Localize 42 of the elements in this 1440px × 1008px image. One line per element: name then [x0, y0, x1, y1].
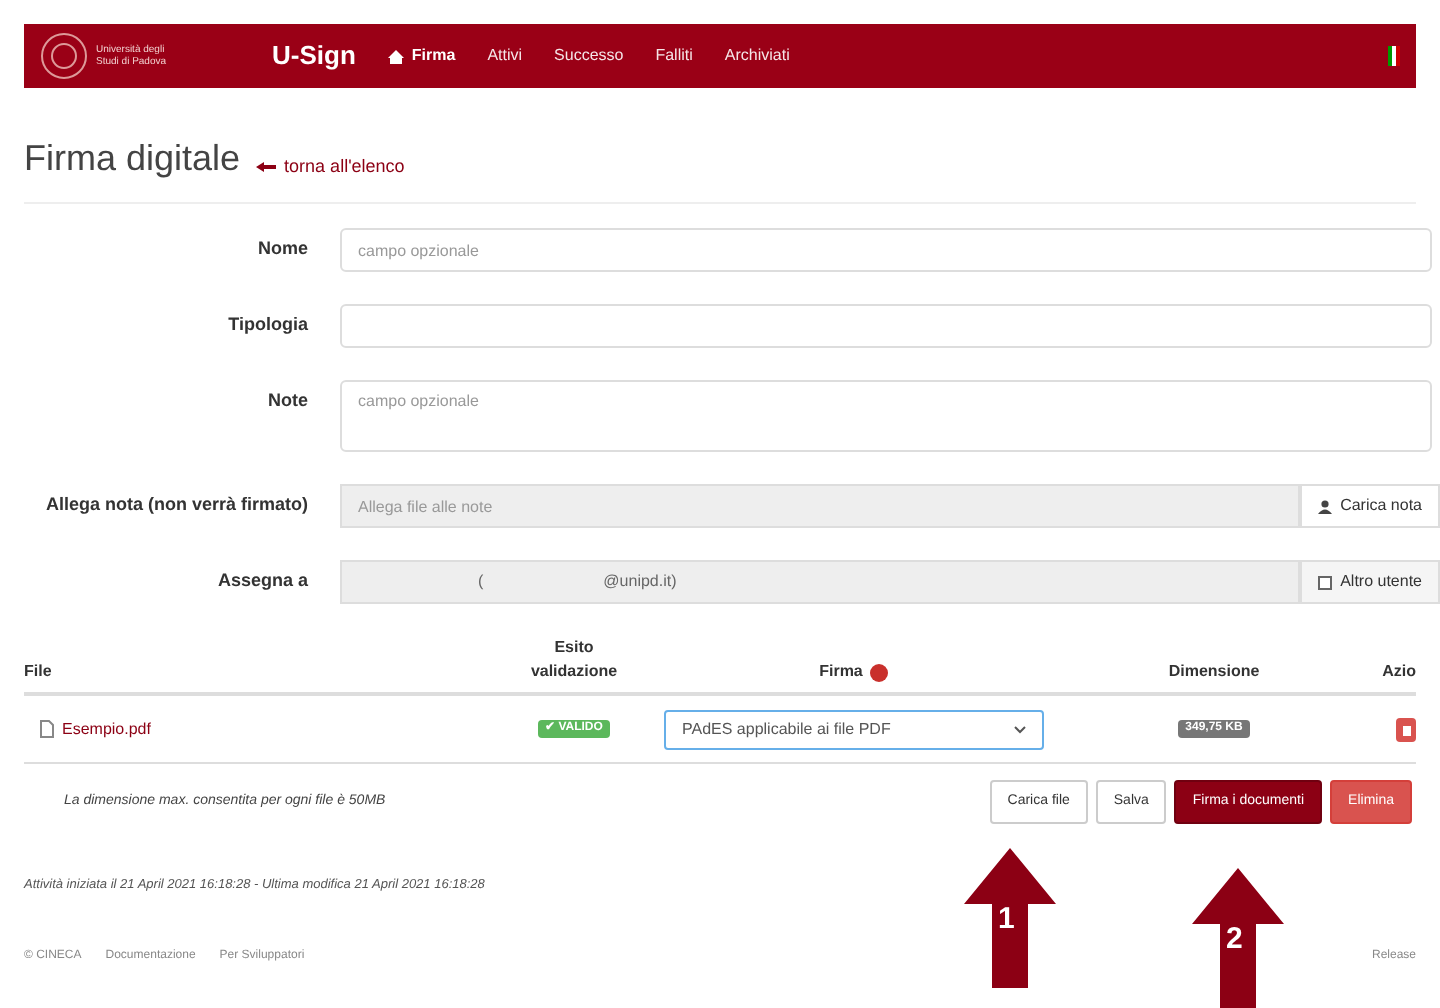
back-link[interactable]: torna all'elenco [256, 153, 405, 180]
note-field[interactable]: campo opzionale [340, 380, 1432, 452]
app-name[interactable]: U-Sign [272, 36, 356, 76]
field-label: Tipologia [226, 312, 310, 339]
file-icon [40, 720, 54, 738]
field-label: Assegna a [215, 568, 310, 595]
nav-link[interactable]: Successo [554, 44, 624, 68]
column-header: Azio [1380, 660, 1416, 684]
field-label: Nome [255, 236, 310, 263]
italian-flag-icon[interactable] [1388, 46, 1400, 66]
home-icon [387, 49, 404, 63]
column-header: Firma [624, 660, 1084, 684]
file-link[interactable]: Esempio.pdf [24, 717, 524, 741]
assignee-email: @unipd.it) [603, 570, 677, 594]
seal-logo-icon [40, 32, 88, 80]
altro-utente-checkbox[interactable]: Altro utente [1300, 560, 1440, 604]
firma-select[interactable]: PAdES applicabile ai file PDF [664, 709, 1044, 749]
column-header: Dimensione [1166, 660, 1262, 684]
assignee-field[interactable]: ( @unipd.it) [340, 560, 1301, 604]
left-arrow-icon [256, 161, 277, 172]
user-icon [1318, 499, 1333, 513]
page-title: Firma digitale [24, 136, 241, 182]
nome-field[interactable]: campo opzionale [340, 228, 1432, 272]
chevron-down-icon [1014, 725, 1026, 733]
assignee-prefix: ( [478, 570, 484, 594]
nav-link[interactable]: Archiviati [724, 44, 790, 68]
nav-link[interactable]: Attivi [487, 44, 523, 68]
nav-link[interactable]: Firma [387, 44, 456, 68]
column-header: File [24, 660, 54, 684]
trash-icon [1401, 723, 1411, 735]
help-icon[interactable] [870, 663, 889, 681]
annotation-number: 1 [998, 904, 1015, 934]
delete-button[interactable] [1396, 717, 1416, 741]
up-arrow-drawing [964, 848, 1056, 988]
field-label: Note [266, 388, 310, 414]
field-label: Allega nota (non verrà firmato) [43, 492, 310, 519]
attachment-field[interactable]: Allega file alle note [340, 484, 1301, 528]
annotation-number: 2 [1226, 924, 1243, 954]
carica-nota-button[interactable]: Carica nota [1300, 484, 1440, 528]
nav-link[interactable]: Falliti [655, 44, 693, 68]
column-header: Esito validazione [528, 636, 620, 684]
up-arrow-drawing [1192, 868, 1284, 1008]
